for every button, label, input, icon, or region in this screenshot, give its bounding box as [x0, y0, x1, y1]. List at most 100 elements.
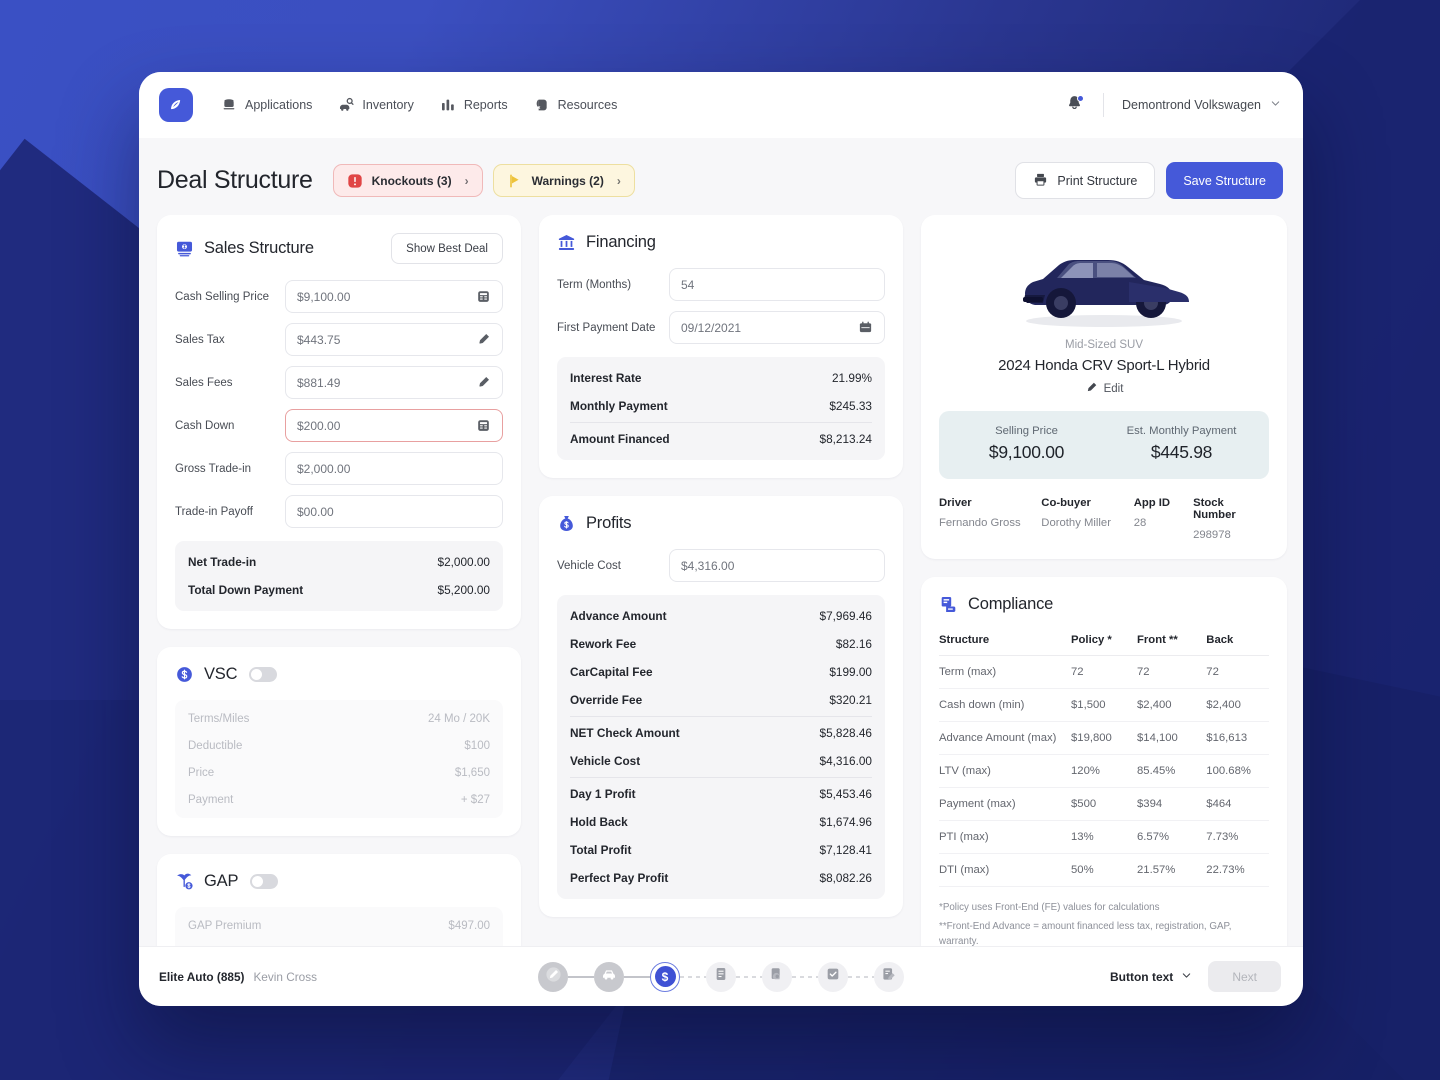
gap-details: GAP Premium $497.00 Payment + $27 [175, 907, 503, 946]
compliance-footnote-1: *Policy uses Front-End (FE) values for c… [939, 902, 1160, 913]
detail-row: Payment + $27 [188, 786, 490, 813]
notifications-button[interactable] [1057, 88, 1091, 122]
dealer-name: Demontrond Volkswagen [1122, 98, 1261, 112]
detail-value: $497.00 [448, 919, 490, 932]
table-row: DTI (max) 50% 21.57% 22.73% [939, 853, 1269, 887]
table-row: LTV (max) 120% 85.45% 100.68% [939, 754, 1269, 788]
summary-key: Total Profit [570, 843, 632, 857]
dealer-selector[interactable]: Demontrond Volkswagen [1122, 98, 1281, 112]
field-gross-trade-in: Gross Trade-in $2,000.00 [175, 452, 503, 485]
nav-label: Inventory [362, 98, 414, 112]
chevron-right-icon: › [464, 173, 469, 188]
step-document[interactable] [706, 961, 736, 992]
step-signature[interactable] [874, 961, 904, 992]
inventory-icon [338, 97, 355, 113]
step-documents[interactable] [762, 961, 792, 992]
card-header: Compliance [939, 595, 1269, 614]
summary-value: $4,316.00 [819, 754, 872, 768]
cash-down-input[interactable]: $200.00 [285, 409, 503, 442]
progress-stepper: $ [538, 961, 904, 992]
next-button[interactable]: Next [1208, 961, 1281, 992]
vehicle-cost-input[interactable]: $4,316.00 [669, 549, 885, 582]
footer-identity: Elite Auto (885) Kevin Cross [159, 970, 317, 984]
summary-value: $5,453.46 [819, 787, 872, 801]
detail-value: $1,650 [454, 766, 490, 779]
nav-item-inventory[interactable]: Inventory [338, 97, 414, 113]
summary-key: Net Trade-in [188, 555, 257, 569]
vehicle-edit-button[interactable]: Edit [939, 381, 1269, 397]
summary-value: $320.21 [829, 693, 872, 707]
gross-trade-in-input[interactable]: $2,000.00 [285, 452, 503, 485]
gap-card: GAP GAP Premium $497.00 Payment + $27 [157, 854, 521, 946]
est-monthly-payment-value: $445.98 [1150, 442, 1213, 462]
field-cash-down: Cash Down $200.00 [175, 409, 503, 442]
card-header: Profits [557, 514, 885, 533]
est-monthly-payment-cell: Est. Monthly Payment $445.98 [1104, 425, 1259, 463]
detail-value: 24 Mo / 20K [427, 712, 490, 725]
card-header: GAP [175, 872, 503, 891]
summary-row: Net Trade-in $2,000.00 [188, 548, 490, 576]
pencil-icon[interactable] [476, 375, 491, 390]
knockouts-pill[interactable]: Knockouts (3) › [332, 164, 483, 197]
cell-policy: $500 [1071, 787, 1137, 821]
cell-policy: 72 [1071, 655, 1137, 689]
financing-summary: Interest Rate 21.99% Monthly Payment $24… [557, 357, 885, 460]
summary-divider [570, 422, 872, 423]
vsc-card: VSC Terms/Miles 24 Mo / 20K Deductible $… [157, 647, 521, 836]
trade-in-payoff-input[interactable]: $00.00 [285, 495, 503, 528]
step-connector [624, 975, 650, 978]
calculator-icon[interactable] [476, 418, 491, 433]
nav-item-applications[interactable]: Applications [221, 97, 312, 113]
sales-tax-input[interactable]: $443.75 [285, 323, 503, 356]
step-vehicle[interactable] [594, 961, 624, 992]
pencil-icon[interactable] [476, 332, 491, 347]
nav-item-resources[interactable]: Resources [534, 97, 617, 113]
cell-structure: Advance Amount (max) [939, 721, 1071, 755]
warnings-label: Warnings (2) [531, 173, 604, 188]
step-checkbox[interactable] [818, 961, 848, 992]
nav-label: Applications [245, 98, 313, 112]
app-logo-icon[interactable] [159, 88, 193, 122]
table-row: PTI (max) 13% 6.57% 7.73% [939, 820, 1269, 854]
detail-key: Terms/Miles [188, 712, 250, 725]
cell-back: $2,400 [1206, 688, 1269, 722]
first-payment-date-input[interactable]: 09/12/2021 [669, 311, 885, 344]
edit-circle-icon [545, 966, 562, 988]
money-bag-icon [557, 514, 576, 533]
sales-structure-icon [175, 239, 194, 258]
summary-row: Advance Amount $7,969.46 [570, 602, 872, 630]
nav-item-reports[interactable]: Reports [440, 97, 508, 113]
detail-key: Price [188, 766, 215, 779]
applications-icon [221, 97, 237, 113]
summary-divider [570, 777, 872, 778]
printer-icon [1033, 172, 1048, 190]
meta-value: 28 [1133, 517, 1147, 529]
vsc-toggle[interactable] [249, 667, 278, 682]
topbar-divider [1103, 93, 1105, 117]
term-months-input[interactable]: 54 [669, 268, 885, 301]
warning-flag-icon [507, 173, 523, 189]
warnings-pill[interactable]: Warnings (2) › [492, 164, 635, 197]
summary-value: $7,128.41 [819, 843, 872, 857]
cell-front: $2,400 [1137, 688, 1207, 722]
calculator-icon[interactable] [476, 289, 491, 304]
calendar-icon[interactable] [858, 320, 873, 335]
compliance-footnote-2: **Front-End Advance = amount financed le… [939, 921, 1232, 946]
print-structure-button[interactable]: Print Structure [1015, 162, 1156, 199]
cell-front: 21.57% [1137, 853, 1207, 887]
step-structure[interactable]: $ [650, 961, 680, 992]
show-best-deal-button[interactable]: Show Best Deal [391, 233, 503, 264]
step-connector [848, 975, 874, 978]
cell-policy: $19,800 [1071, 721, 1137, 755]
knockouts-label: Knockouts (3) [371, 173, 452, 188]
gap-toggle[interactable] [250, 874, 279, 889]
sales-fees-input[interactable]: $881.49 [285, 366, 503, 399]
step-edit[interactable] [538, 961, 568, 992]
compliance-table: Structure Policy * Front ** Back Term (m… [939, 630, 1269, 887]
card-header: Financing [557, 233, 885, 252]
cash-selling-price-input[interactable]: $9,100.00 [285, 280, 503, 313]
button-text-dropdown[interactable]: Button text [1110, 970, 1192, 984]
meta-value: 298978 [1193, 529, 1231, 541]
save-structure-button[interactable]: Save Structure [1166, 162, 1283, 199]
field-label: Term (Months) [557, 278, 632, 291]
